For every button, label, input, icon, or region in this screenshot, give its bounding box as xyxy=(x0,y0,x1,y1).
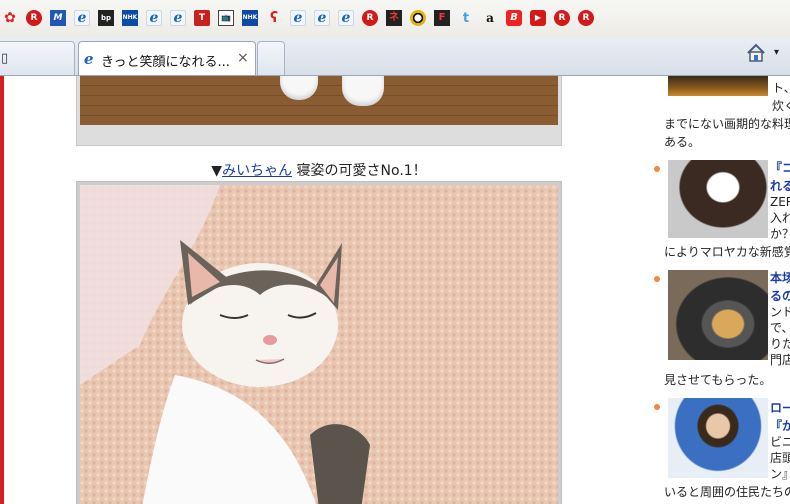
ie-page-icon[interactable]: e xyxy=(146,10,162,26)
article-text: ZER xyxy=(770,195,790,209)
article-text: によりマロヤカな新感覚コ xyxy=(664,245,790,259)
ie-page-icon[interactable]: e xyxy=(170,10,186,26)
tab-active[interactable]: e きっと笑顔になれる... × xyxy=(78,41,256,75)
article-title-link[interactable]: 『か xyxy=(770,418,790,434)
youtube-icon[interactable]: ▶ xyxy=(530,10,546,26)
cat-paws-photo xyxy=(76,76,562,146)
related-articles-sidebar: ト、 炊く までにない画期的な料理 ある。 『コ れる ZER 入れ か？ によ… xyxy=(640,76,790,504)
article-text: ン』 xyxy=(770,467,790,481)
article-text: か？ xyxy=(770,227,790,241)
article-text: ある。 xyxy=(664,135,701,149)
ie-page-icon[interactable]: e xyxy=(74,10,90,26)
tab-close-icon[interactable]: × xyxy=(237,50,249,66)
article-title-link[interactable]: 本场 xyxy=(770,270,790,286)
twitter-icon[interactable]: t xyxy=(458,10,474,26)
article-text: 入れ xyxy=(770,211,790,225)
bold-b-icon[interactable]: B xyxy=(506,10,522,26)
left-accent-bar xyxy=(0,76,4,504)
article-text: 店頭 xyxy=(770,451,790,465)
caption-cat-name-link[interactable]: みいちゃん xyxy=(222,163,292,179)
tab-page-icon: ▯ xyxy=(1,51,9,66)
article-text: までにない画期的な料理 xyxy=(664,117,790,131)
swirl-red-icon[interactable]: ʕ xyxy=(266,10,282,26)
nhk-icon[interactable]: NHK xyxy=(122,10,138,26)
rakuten-r-icon[interactable]: R xyxy=(362,10,378,26)
home-dropdown-icon[interactable]: ▾ xyxy=(774,47,779,58)
rakuten-r-icon[interactable]: R xyxy=(578,10,594,26)
article-thumbnail[interactable] xyxy=(668,76,768,96)
caption-text: 寝姿の可愛さNo.1！ xyxy=(292,163,427,179)
ne-icon[interactable]: ネ xyxy=(386,10,402,26)
magazine-f-icon[interactable]: F xyxy=(434,10,450,26)
article-thumbnail[interactable] xyxy=(668,270,768,360)
article-title-link[interactable]: るの xyxy=(770,288,790,304)
list-bullet xyxy=(654,404,660,410)
article-title-link[interactable]: 『コ xyxy=(770,160,790,176)
rakuten-r-icon[interactable]: R xyxy=(554,10,570,26)
article-thumbnail[interactable] xyxy=(668,160,768,238)
tab-strip: ▯ e きっと笑顔になれる... × ▾ xyxy=(0,38,790,76)
article-text: ビニ xyxy=(770,435,790,449)
new-tab-button[interactable] xyxy=(257,41,285,75)
rakuten-r-icon[interactable]: R xyxy=(26,10,42,26)
amazon-icon[interactable]: a xyxy=(482,10,498,26)
photo-caption: ▼みいちゃん 寝姿の可愛さNo.1！ xyxy=(76,160,562,180)
nhk-icon[interactable]: NHK xyxy=(242,10,258,26)
swirl-icon[interactable]: ✿ xyxy=(2,10,18,26)
ie-page-icon[interactable]: e xyxy=(338,10,354,26)
article-thumbnail[interactable] xyxy=(668,398,768,478)
article-title-link[interactable]: ロー xyxy=(770,400,790,416)
list-bullet xyxy=(654,276,660,282)
article-text: ンド xyxy=(770,305,790,319)
tv-icon[interactable]: 📺 xyxy=(218,10,234,26)
ie-page-icon[interactable]: e xyxy=(290,10,306,26)
ie-page-icon[interactable]: e xyxy=(314,10,330,26)
ball-icon[interactable] xyxy=(410,10,426,26)
sleeping-kitten-photo xyxy=(76,181,562,504)
tab-title: きっと笑顔になれる... xyxy=(101,55,230,70)
article-text: 門店 xyxy=(770,353,790,367)
article-text: りた xyxy=(770,337,790,351)
home-icon[interactable] xyxy=(745,42,767,64)
red-t-icon[interactable]: T xyxy=(194,10,210,26)
m-logo-icon[interactable]: M xyxy=(50,10,66,26)
article-text: で、 xyxy=(770,321,790,335)
bp-logo-icon[interactable]: bp xyxy=(98,10,114,26)
article-text: いると周囲の住民たちの xyxy=(664,485,790,499)
article-text: ト、 xyxy=(772,81,790,95)
article-text: 見させてもらった。 xyxy=(664,373,772,387)
caption-prefix: ▼ xyxy=(211,163,223,179)
tab-previous[interactable]: ▯ xyxy=(0,41,75,75)
ie-page-icon: e xyxy=(84,50,94,68)
article-title-link[interactable]: れる xyxy=(770,178,790,194)
list-bullet xyxy=(654,166,660,172)
favorites-bar: ✿ R Me bp NHK e e T 📺 NHK ʕ e e e R ネ Ft a B ▶ R R xyxy=(0,0,790,38)
page-content: ▼みいちゃん 寝姿の可愛さNo.1！ ト 炊 までにない画期的な料理 ある。 『… xyxy=(0,76,790,504)
article-text: 炊く xyxy=(772,99,790,113)
